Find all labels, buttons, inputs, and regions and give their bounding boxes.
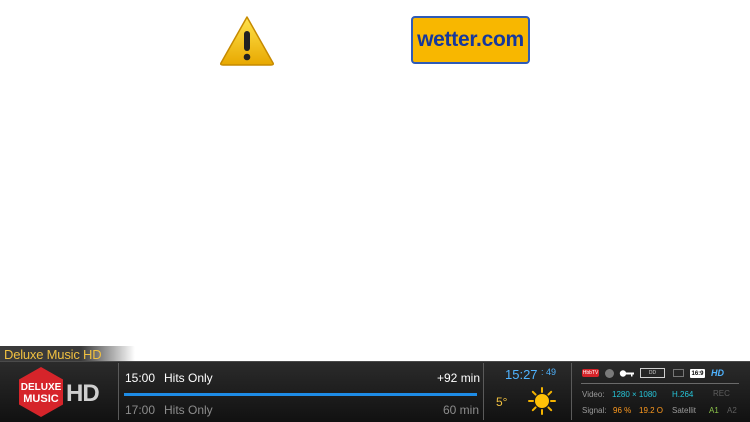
warning-icon [220, 16, 274, 66]
channel-logo-line1: DELUXE [21, 382, 62, 393]
divider [118, 363, 119, 420]
temperature: 5° [496, 395, 508, 409]
next-program-duration: 60 min [443, 403, 480, 417]
clock-seconds-value: 49 [546, 367, 557, 377]
video-label: Video: [582, 390, 605, 399]
signal-source: Satellit [672, 406, 697, 415]
divider [571, 363, 572, 420]
hbbtv-badge: HbbTV [582, 369, 599, 377]
clock-time: 15:27 [505, 367, 538, 382]
channel-logo-line2: MUSIC [23, 393, 59, 405]
channel-name: Deluxe Music HD [4, 347, 102, 362]
sun-icon [528, 387, 556, 415]
next-program-time: 17:00 [125, 403, 156, 417]
rec-label: REC [713, 389, 730, 398]
status-divider [581, 383, 739, 384]
audio-a1: A1 [709, 406, 719, 415]
clock-seconds: : 49 [541, 367, 557, 377]
signal-label: Signal: [582, 406, 607, 415]
current-program-title: Hits Only [164, 371, 213, 385]
ci-icon [605, 369, 614, 378]
channel-logo-hd: HD [66, 380, 100, 407]
current-program-remaining: +92 min [437, 371, 481, 385]
current-program-time: 15:00 [125, 371, 156, 385]
audio-a2: A2 [727, 406, 737, 415]
hd-badge: HD [711, 368, 724, 378]
signal-strength: 96 % [613, 406, 632, 415]
channel-logo: DELUXE MUSIC [19, 367, 63, 417]
video-codec: H.264 [672, 390, 694, 399]
divider [483, 363, 484, 420]
subtitle-icon [673, 369, 684, 377]
dolby-digital-badge: DD [640, 368, 665, 378]
program-progress-fill [124, 393, 477, 396]
wetter-logo: wetter.com [411, 16, 530, 64]
signal-quality: 19.2 O [639, 406, 664, 415]
next-program-title: Hits Only [164, 403, 213, 417]
aspect-badge: 16:9 [690, 369, 705, 378]
video-resolution: 1280 × 1080 [612, 390, 657, 399]
key-icon [619, 370, 634, 377]
program-progress-bar [124, 393, 477, 396]
